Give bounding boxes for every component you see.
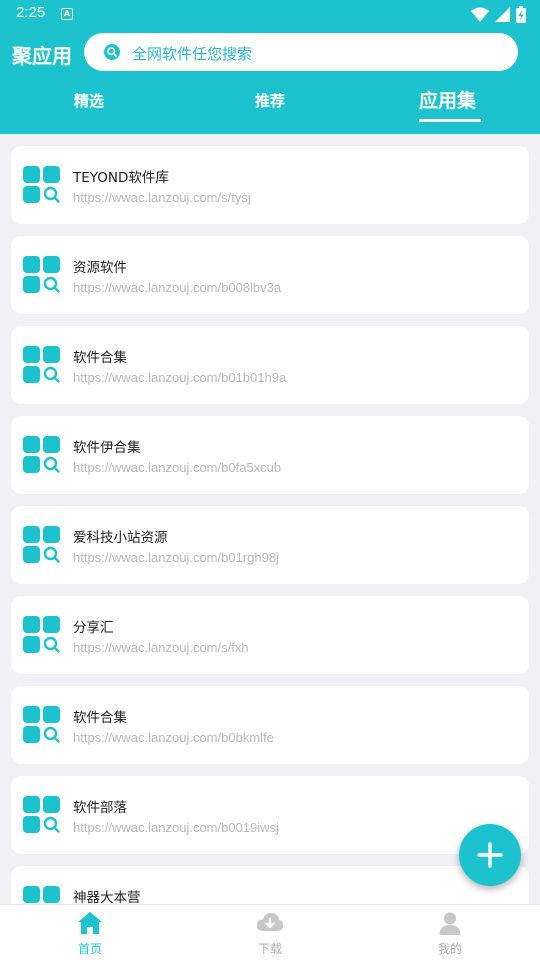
add-collection-button[interactable]: [459, 824, 521, 886]
nav-profile[interactable]: 我的: [420, 911, 480, 957]
tab-collections[interactable]: 应用集: [419, 86, 476, 113]
active-tab-indicator: [419, 119, 481, 122]
search-input[interactable]: 全网软件任您搜索: [84, 33, 518, 71]
collection-list[interactable]: TEYOND软件库 https://wwac.lanzouj.com/s/tys…: [0, 134, 540, 904]
collection-url: https://wwac.lanzouj.com/b008lbv3a: [73, 280, 282, 295]
nav-download[interactable]: 下载: [240, 911, 300, 957]
home-icon: [78, 912, 102, 934]
notification-icon: A: [61, 8, 73, 20]
list-item[interactable]: 软件合集 https://wwac.lanzouj.com/b0bkmlfe: [11, 686, 529, 764]
list-item[interactable]: 资源软件 https://wwac.lanzouj.com/b008lbv3a: [11, 236, 529, 314]
search-placeholder: 全网软件任您搜索: [132, 45, 253, 63]
list-item[interactable]: 软件部落 https://wwac.lanzouj.com/b0019iwsj: [11, 776, 529, 854]
status-bar: 2:25 A: [0, 0, 540, 28]
collection-name: 资源软件: [73, 260, 127, 276]
collection-url: https://wwac.lanzouj.com/b0bkmlfe: [73, 730, 274, 745]
list-item[interactable]: 软件伊合集 https://wwac.lanzouj.com/b0fa5xcub: [11, 416, 529, 494]
collection-icon: [23, 256, 60, 293]
collection-name: 爱科技小站资源: [73, 530, 168, 546]
nav-home-label: 首页: [77, 942, 102, 956]
collection-icon: [23, 436, 60, 473]
collection-icon: [23, 166, 60, 203]
collection-name: TEYOND软件库: [73, 170, 169, 186]
nav-home[interactable]: 首页: [60, 911, 120, 957]
system-icons: [471, 6, 526, 23]
collection-name: 分享汇: [73, 620, 114, 636]
collection-url: https://wwac.lanzouj.com/s/fxh: [73, 640, 249, 655]
bottom-navigation: 首页 下载 我的: [0, 904, 540, 960]
nav-profile-label: 我的: [437, 942, 462, 956]
collection-name: 软件伊合集: [73, 440, 141, 456]
signal-icon: [495, 7, 510, 22]
nav-download-label: 下载: [257, 942, 282, 956]
collection-name: 神器大本营: [73, 890, 141, 904]
collection-icon: [23, 526, 60, 563]
tab-recommended[interactable]: 推荐: [255, 90, 285, 111]
collection-name: 软件合集: [73, 350, 127, 366]
list-item[interactable]: 爱科技小站资源 https://wwac.lanzouj.com/b01rgh9…: [11, 506, 529, 584]
plus-icon: [477, 842, 503, 868]
collection-icon: [23, 706, 60, 743]
cloud-download-icon: [257, 913, 283, 931]
battery-icon: [516, 6, 526, 23]
collection-url: https://wwac.lanzouj.com/b0019iwsj: [73, 820, 279, 835]
user-icon: [439, 912, 461, 935]
list-item[interactable]: TEYOND软件库 https://wwac.lanzouj.com/s/tys…: [11, 146, 529, 224]
collection-icon: [23, 886, 60, 903]
wifi-icon: [471, 7, 489, 22]
collection-icon: [23, 796, 60, 833]
status-time: 2:25: [16, 4, 46, 21]
collection-url: https://wwac.lanzouj.com/b0fa5xcub: [73, 460, 282, 475]
collection-url: https://wwac.lanzouj.com/s/tysj: [73, 190, 251, 205]
collection-icon: [23, 616, 60, 653]
list-item[interactable]: 分享汇 https://wwac.lanzouj.com/s/fxh: [11, 596, 529, 674]
tab-featured[interactable]: 精选: [74, 90, 104, 111]
list-item[interactable]: 软件合集 https://wwac.lanzouj.com/b01b01h9a: [11, 326, 529, 404]
app-header: 聚应用 全网软件任您搜索 精选 推荐 应用集: [0, 28, 540, 134]
collection-url: https://wwac.lanzouj.com/b01b01h9a: [73, 370, 287, 385]
collection-name: 软件合集: [73, 710, 127, 726]
list-item[interactable]: 神器大本营: [11, 866, 529, 904]
app-title: 聚应用: [12, 44, 72, 68]
collection-url: https://wwac.lanzouj.com/b01rgh98j: [73, 550, 279, 565]
collection-name: 软件部落: [73, 800, 127, 816]
collection-icon: [23, 346, 60, 383]
search-icon: [104, 44, 120, 60]
